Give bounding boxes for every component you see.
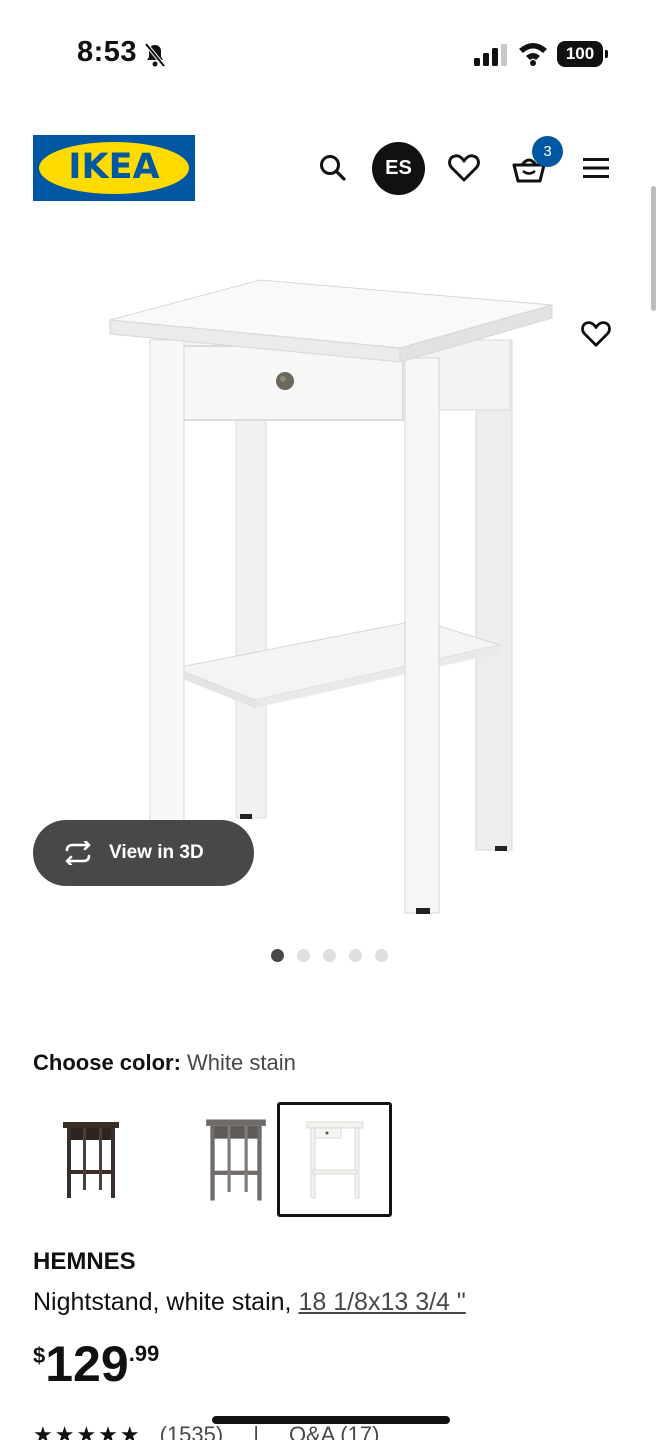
qa-link[interactable]: Q&A (17) (289, 1422, 379, 1440)
carousel-dot[interactable] (323, 949, 336, 962)
cart-count-badge: 3 (532, 136, 563, 167)
swatch-dark-gray[interactable] (178, 1102, 293, 1217)
carousel-dot[interactable] (349, 949, 362, 962)
product-size-link[interactable]: 18 1/8x13 3/4 " (298, 1288, 465, 1316)
price-integer: 129 (45, 1336, 129, 1392)
product-name: HEMNES (33, 1248, 136, 1275)
menu-button[interactable] (574, 146, 618, 190)
rotate-3d-icon (65, 841, 91, 865)
status-time: 8:53 (77, 36, 138, 68)
swatch-black-brown[interactable] (33, 1102, 148, 1217)
hamburger-menu-icon (583, 158, 609, 178)
status-bar: 8:53 100 (0, 0, 662, 108)
rating-stars: ★★★★★ (33, 1422, 142, 1440)
rating-separator: | (253, 1422, 259, 1440)
battery-indicator: 100 (557, 41, 608, 67)
nightstand-thumbnail (62, 1121, 119, 1198)
ikea-logo[interactable]: IKEA (33, 135, 195, 201)
choose-color-label: Choose color: (33, 1050, 181, 1075)
selected-color-value: White stain (187, 1050, 296, 1075)
carousel-dot[interactable] (271, 949, 284, 962)
view-in-3d-button[interactable]: View in 3D (33, 820, 254, 886)
view-in-3d-label: View in 3D (109, 842, 204, 863)
search-icon (320, 155, 346, 181)
signal-icon (474, 44, 507, 66)
product-type: Nightstand, white stain, (33, 1288, 292, 1316)
product-description: Nightstand, white stain, 18 1/8x13 3/4 " (33, 1288, 466, 1317)
carousel-dot[interactable] (375, 949, 388, 962)
logo-text: IKEA (68, 147, 160, 187)
product-price: $ 129 .99 (33, 1335, 159, 1393)
nightstand-thumbnail (306, 1121, 363, 1198)
heart-icon (448, 154, 480, 182)
review-count[interactable]: (1535) (160, 1422, 224, 1440)
favorites-button[interactable] (442, 146, 486, 190)
price-currency: $ (33, 1343, 46, 1368)
page-scrollbar[interactable] (651, 186, 656, 311)
site-header: IKEA ES (0, 108, 662, 228)
image-carousel-dots (271, 949, 388, 962)
heart-icon (581, 321, 611, 347)
save-to-favorites-button[interactable] (576, 314, 616, 354)
swatch-white-stain[interactable] (277, 1102, 392, 1217)
search-button[interactable] (311, 146, 355, 190)
bell-off-icon (144, 42, 166, 68)
carousel-dot[interactable] (297, 949, 310, 962)
language-button[interactable]: ES (372, 142, 425, 195)
choose-color-row: Choose color: White stain (33, 1050, 296, 1076)
home-indicator[interactable] (212, 1416, 450, 1424)
wifi-icon (519, 43, 547, 66)
price-decimal: .99 (128, 1341, 160, 1366)
nightstand-thumbnail (205, 1118, 266, 1201)
